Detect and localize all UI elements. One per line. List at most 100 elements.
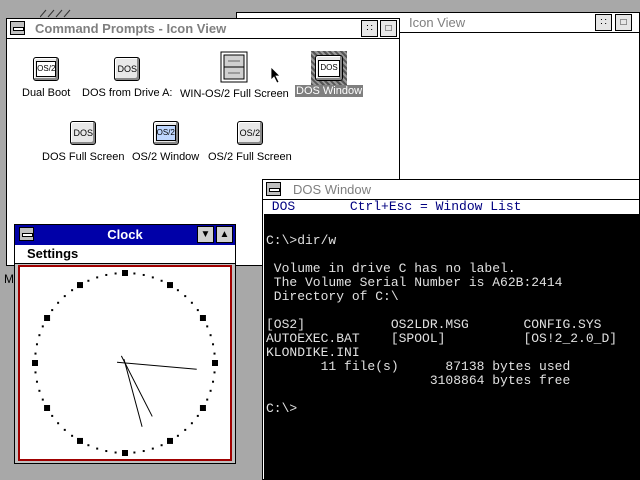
minute-mark [71, 289, 74, 292]
icon-label: DOS Full Screen [42, 151, 125, 163]
dos-console[interactable]: C:\>dir/w Volume in drive C has no label… [264, 214, 639, 479]
console-line: 11 file(s) 87138 bytes used [266, 359, 571, 374]
system-menu-icon[interactable] [10, 21, 25, 35]
icon-label: DOS Window [295, 85, 364, 97]
maximize-button[interactable]: ▲ [216, 226, 233, 243]
minute-mark [57, 422, 60, 425]
hour-mark [167, 282, 173, 289]
dos-window-icon: DOS [311, 51, 348, 85]
command-prompts-titlebar[interactable]: Command Prompts - Icon View ∷ □ [7, 19, 399, 39]
minute-mark [71, 434, 74, 437]
minute-mark [114, 272, 117, 275]
dos-full-screen-icon-item[interactable]: DOS DOS Full Screen [41, 121, 126, 163]
minute-mark [196, 414, 199, 417]
clock-titlebar[interactable]: Clock ▼ ▲ [15, 225, 235, 246]
dos-menu-line[interactable]: DOS Ctrl+Esc = Window List [264, 200, 639, 214]
icon-label: OS/2 Full Screen [208, 151, 292, 163]
dos-window-titlebar[interactable]: DOS Window [263, 180, 639, 200]
minute-mark [63, 428, 66, 431]
minute-mark [184, 295, 187, 298]
minute-mark [41, 398, 44, 401]
minute-mark [176, 434, 179, 437]
hour-mark [167, 437, 173, 444]
minute-mark [209, 334, 212, 337]
minute-mark [38, 389, 41, 392]
minute-mark [176, 289, 179, 292]
maximize-button[interactable]: □ [380, 20, 397, 37]
window-title: Icon View [409, 15, 466, 30]
minute-mark [114, 451, 117, 454]
minute-mark [213, 371, 216, 374]
minute-mark [63, 295, 66, 298]
minute-mark [212, 343, 215, 346]
console-line: The Volume Serial Number is A62B:2414 [266, 275, 563, 290]
hour-mark [32, 360, 38, 366]
os2-full-screen-icon-item[interactable]: OS/2 OS/2 Full Screen [207, 121, 293, 163]
minute-mark [96, 447, 99, 450]
minute-mark [57, 301, 60, 304]
desktop-decoration [40, 9, 71, 18]
dos-program-icon: DOS [114, 57, 141, 81]
clock-menubar: Settings [15, 245, 235, 264]
minute-mark [133, 451, 136, 454]
minimize-button[interactable]: ∷ [595, 14, 612, 31]
minute-mark [105, 450, 108, 453]
minute-hand [116, 361, 197, 370]
minimize-button[interactable]: ∷ [361, 20, 378, 37]
minute-mark [209, 389, 212, 392]
minute-mark [105, 273, 108, 276]
hour-mark [122, 450, 128, 456]
window-title: Command Prompts - Icon View [35, 21, 227, 36]
console-line: AUTOEXEC.BAT [SPOOL] [OS!2_2.0_D] [266, 331, 618, 346]
minute-mark [35, 343, 38, 346]
console-line: C:\> [266, 401, 298, 416]
icon-label: OS/2 Window [132, 151, 200, 163]
minute-mark [206, 325, 209, 328]
minute-mark [41, 325, 44, 328]
settings-menu[interactable]: Settings [27, 246, 78, 261]
console-line: 3108864 bytes free [266, 373, 571, 388]
minute-mark [151, 276, 154, 279]
hour-mark [44, 405, 51, 411]
console-line: KLONDIKE.INI [266, 345, 360, 360]
minute-mark [133, 272, 136, 275]
hour-mark [77, 282, 83, 289]
clock-face-frame [18, 265, 232, 461]
desktop-fragment-text: M [4, 272, 14, 286]
minute-mark [160, 279, 163, 282]
hour-mark [199, 315, 206, 321]
minute-mark [96, 276, 99, 279]
window-title: DOS Window [293, 182, 372, 197]
minimize-button[interactable]: ▼ [197, 226, 214, 243]
dos-from-drive-a-icon-item[interactable]: DOS DOS from Drive A: [81, 57, 173, 99]
hour-mark [212, 360, 218, 366]
win-os2-icon [220, 51, 248, 83]
hour-mark [77, 437, 83, 444]
os2-program-icon: OS/2 [33, 57, 60, 81]
second-hand [123, 359, 143, 427]
minute-mark [196, 309, 199, 312]
hour-mark [122, 270, 128, 276]
minute-mark [38, 334, 41, 337]
system-menu-icon[interactable] [266, 182, 281, 196]
minute-mark [142, 273, 145, 276]
minute-mark [34, 371, 37, 374]
console-line: Volume in drive C has no label. [266, 261, 516, 276]
minute-mark [190, 422, 193, 425]
minute-mark [142, 450, 145, 453]
hour-mark [44, 315, 51, 321]
os2-program-icon: OS/2 [236, 121, 263, 145]
dos-window-icon-item[interactable]: DOS DOS Window [295, 51, 364, 97]
icon-label: DOS from Drive A: [82, 87, 173, 99]
minute-mark [151, 447, 154, 450]
icon-label: Dual Boot [22, 87, 71, 99]
icon-label: WIN-OS/2 Full Screen [180, 88, 289, 100]
maximize-button[interactable]: □ [615, 14, 632, 31]
os2-window-icon: OS/2 [152, 121, 179, 145]
os2-window-icon-item[interactable]: OS/2 OS/2 Window [131, 121, 200, 163]
dual-boot-icon-item[interactable]: OS/2 Dual Boot [21, 57, 71, 99]
